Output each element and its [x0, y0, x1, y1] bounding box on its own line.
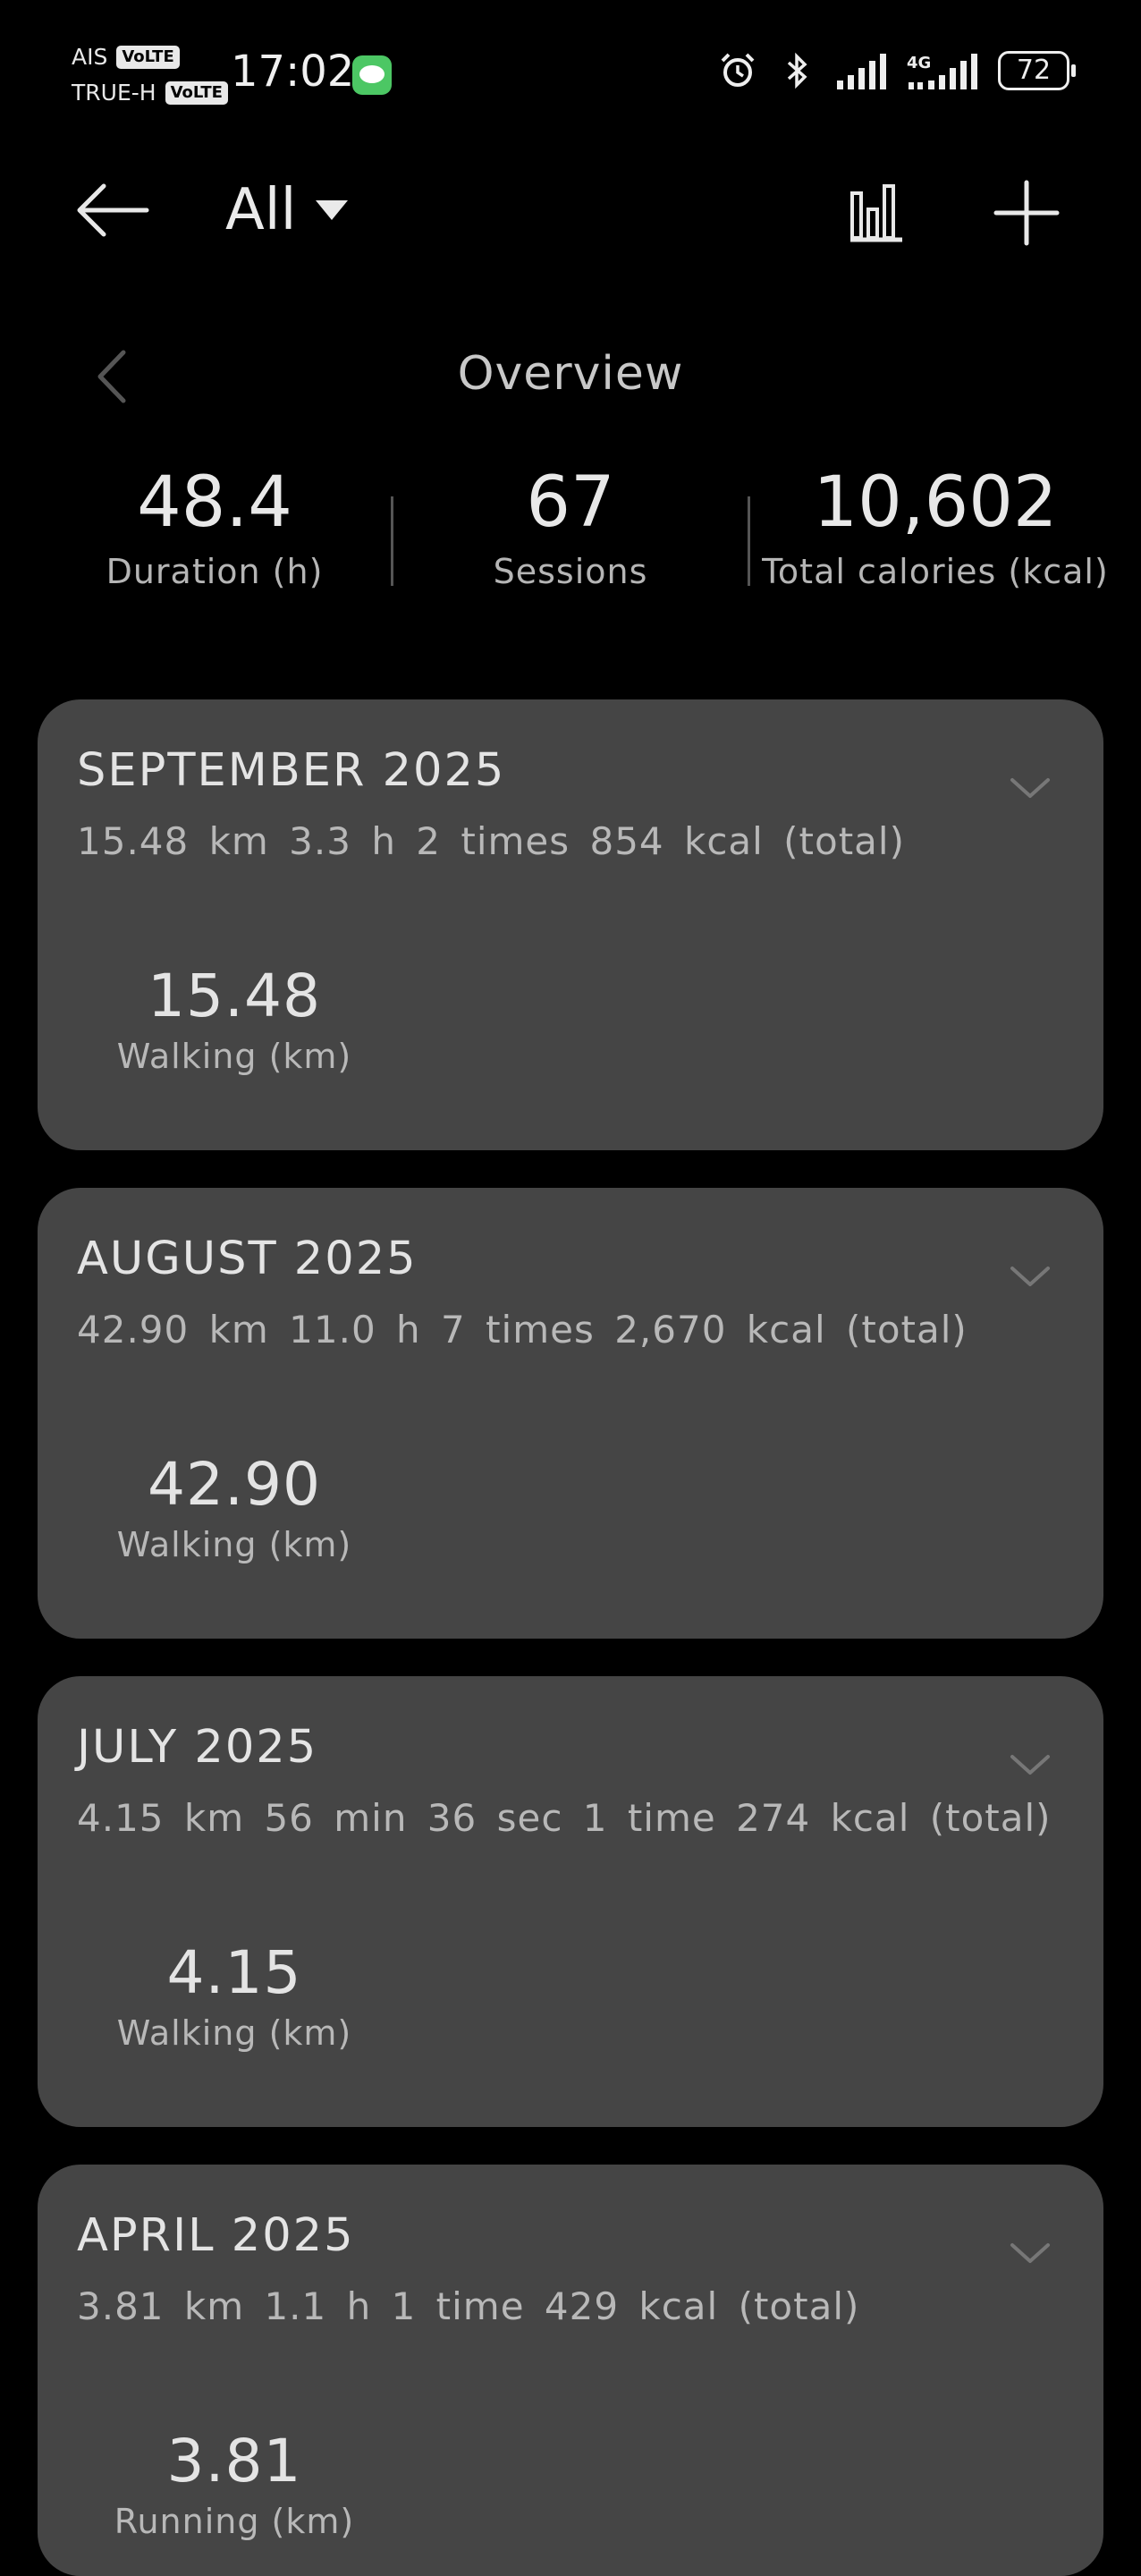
- overview-title: Overview: [457, 347, 684, 401]
- carrier-info: AIS VoLTE TRUE-H VoLTE: [72, 39, 228, 111]
- stat-label: Sessions: [493, 552, 648, 591]
- month-summary: 42.90 km 11.0 h 7 times 2,670 kcal (tota…: [77, 1308, 968, 1352]
- carrier-name-1: AIS: [72, 44, 108, 70]
- metric-label: Walking (km): [116, 2013, 352, 2053]
- metric-walking: 15.48 Walking (km): [91, 959, 377, 1079]
- metric-walking: 4.15 Walking (km): [91, 1936, 377, 2055]
- back-arrow-icon[interactable]: [72, 179, 152, 242]
- stat-value: 10,602: [813, 462, 1058, 543]
- status-time: 17:02: [231, 47, 355, 97]
- overview-stats: 48.4 Duration (h) 67 Sessions 10,602 Tot…: [0, 456, 1141, 608]
- status-bar: AIS VoLTE TRUE-H VoLTE 17:02 4G 72: [0, 0, 1141, 143]
- metric-running: 3.81 Running (km): [91, 2424, 377, 2544]
- svg-text:4G: 4G: [907, 54, 931, 72]
- metric-value: 4.15: [166, 1938, 302, 2007]
- stat-value: 67: [526, 462, 615, 543]
- filter-label: All: [225, 177, 297, 243]
- metric-value: 3.81: [166, 2427, 302, 2496]
- signal-icon: [837, 54, 886, 89]
- month-card-september[interactable]: SEPTEMBER 2025 15.48 km 3.3 h 2 times 85…: [38, 699, 1103, 1150]
- chevron-down-icon[interactable]: [1007, 1259, 1053, 1292]
- bar-chart-icon[interactable]: [845, 181, 908, 243]
- chevron-down-icon[interactable]: [1007, 1748, 1053, 1780]
- metric-walking: 42.90 Walking (km): [91, 1447, 377, 1567]
- month-card-july[interactable]: JULY 2025 4.15 km 56 min 36 sec 1 time 2…: [38, 1676, 1103, 2127]
- bluetooth-icon: [787, 52, 807, 89]
- battery-icon: 72: [998, 51, 1076, 90]
- add-icon[interactable]: [993, 179, 1061, 247]
- status-icons: 4G 72: [717, 50, 1076, 91]
- metric-value: 42.90: [148, 1450, 321, 1519]
- stat-label: Duration (h): [106, 552, 324, 591]
- top-toolbar: All: [0, 161, 1141, 259]
- stat-sessions: 67 Sessions: [392, 456, 749, 594]
- metric-label: Walking (km): [116, 1037, 352, 1076]
- month-title: SEPTEMBER 2025: [77, 744, 506, 797]
- filter-dropdown[interactable]: All: [225, 177, 349, 243]
- chevron-down-icon[interactable]: [1007, 2236, 1053, 2268]
- metric-value: 15.48: [148, 962, 321, 1030]
- month-summary: 15.48 km 3.3 h 2 times 854 kcal (total): [77, 819, 905, 863]
- chevron-down-icon[interactable]: [1007, 771, 1053, 803]
- volte-badge: VoLTE: [165, 81, 228, 105]
- month-card-april[interactable]: APRIL 2025 3.81 km 1.1 h 1 time 429 kcal…: [38, 2165, 1103, 2576]
- overview-header: Overview: [0, 331, 1141, 420]
- stat-value: 48.4: [137, 462, 292, 543]
- stat-calories: 10,602 Total calories (kcal): [748, 456, 1123, 594]
- month-summary: 3.81 km 1.1 h 1 time 429 kcal (total): [77, 2284, 860, 2328]
- month-title: JULY 2025: [77, 1721, 318, 1774]
- stat-label: Total calories (kcal): [762, 552, 1109, 591]
- line-app-icon: [352, 55, 392, 95]
- metric-label: Running (km): [114, 2502, 355, 2541]
- month-title: APRIL 2025: [77, 2209, 355, 2262]
- month-card-august[interactable]: AUGUST 2025 42.90 km 11.0 h 7 times 2,67…: [38, 1188, 1103, 1639]
- signal-4g-icon: 4G: [907, 54, 977, 89]
- volte-badge: VoLTE: [116, 46, 180, 69]
- month-title: AUGUST 2025: [77, 1233, 418, 1285]
- metric-label: Walking (km): [116, 1525, 352, 1564]
- month-summary: 4.15 km 56 min 36 sec 1 time 274 kcal (t…: [77, 1796, 1052, 1840]
- stat-duration: 48.4 Duration (h): [36, 456, 393, 594]
- carrier-name-2: TRUE-H: [72, 80, 156, 106]
- dropdown-triangle-icon: [316, 200, 349, 220]
- alarm-icon: [721, 53, 755, 87]
